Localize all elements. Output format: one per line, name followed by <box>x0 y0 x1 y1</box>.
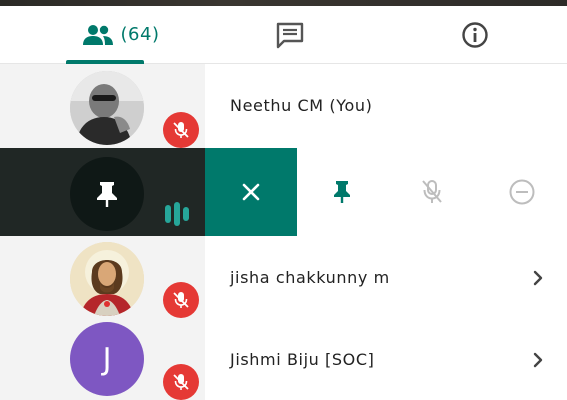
tab-bar: (64) <box>0 6 567 64</box>
info-icon <box>462 21 488 48</box>
avatar-photo <box>70 71 144 145</box>
mute-button[interactable] <box>392 148 472 236</box>
tab-chat[interactable] <box>210 6 370 63</box>
avatar-initial: J <box>102 341 112 377</box>
avatar-photo <box>70 242 144 316</box>
participant-row[interactable]: jisha chakkunny m <box>0 236 567 318</box>
chevron-right-icon[interactable] <box>528 268 548 288</box>
chevron-right-icon[interactable] <box>528 350 548 370</box>
participant-row[interactable]: J Jishmi Biju [SOC] <box>0 318 567 400</box>
participant-name: jisha chakkunny m <box>230 268 390 287</box>
mic-off-icon <box>173 122 189 138</box>
remove-icon <box>509 179 535 205</box>
tab-info[interactable] <box>395 6 555 63</box>
participant-actions <box>297 148 567 237</box>
chat-icon <box>276 22 304 48</box>
participant-row[interactable]: Neethu CM (You) <box>0 64 567 148</box>
people-icon <box>82 24 113 45</box>
participant-count: (64) <box>120 24 160 45</box>
mic-off-badge <box>163 282 199 318</box>
participant-name: Neethu CM (You) <box>230 96 373 115</box>
avatar: J <box>70 322 144 396</box>
mic-off-icon <box>422 180 442 203</box>
tab-people[interactable]: (64) <box>40 6 200 63</box>
pinned-avatar <box>70 157 144 231</box>
close-icon <box>242 183 260 201</box>
mic-off-icon <box>173 374 189 390</box>
participants-panel: (64) Neethu CM (You) jisha chakkunny m J… <box>0 0 567 400</box>
speaking-indicator <box>160 199 194 229</box>
close-actions-button[interactable] <box>205 148 297 236</box>
remove-button[interactable] <box>482 148 562 236</box>
mic-off-badge <box>163 364 199 400</box>
pin-icon <box>334 181 350 203</box>
pin-icon <box>97 182 117 207</box>
participant-name: Jishmi Biju [SOC] <box>230 350 375 369</box>
avatar <box>70 242 144 316</box>
pin-button[interactable] <box>302 148 382 236</box>
mic-off-icon <box>173 292 189 308</box>
participant-row-selected[interactable] <box>0 148 567 237</box>
avatar <box>70 71 144 145</box>
mic-off-badge <box>163 112 199 148</box>
audio-level-icon <box>165 202 189 226</box>
